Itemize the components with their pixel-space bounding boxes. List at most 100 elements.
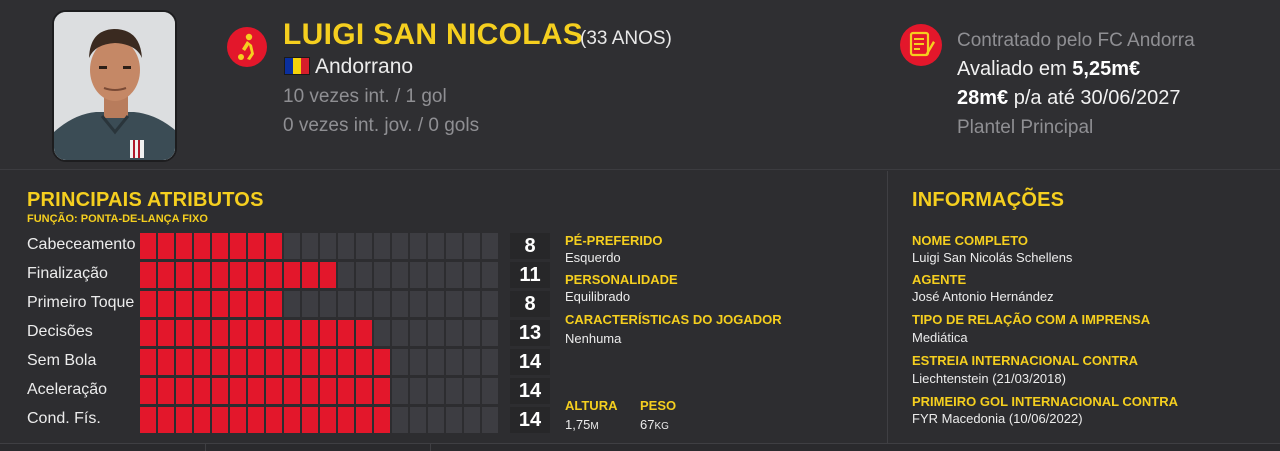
bar-segment-empty <box>482 262 498 288</box>
information-title: INFORMAÇÕES <box>912 189 1065 211</box>
bar-segment-empty <box>428 233 444 259</box>
bar-segment-filled <box>158 233 174 259</box>
bar-segment-filled <box>320 320 336 346</box>
attribute-row[interactable]: Primeiro Toque 8 <box>27 291 557 317</box>
bar-segment-empty <box>428 407 444 433</box>
bar-segment-empty <box>392 262 408 288</box>
attribute-bar <box>140 378 536 404</box>
player-role[interactable]: FUNÇÃO: PONTA-DE-LANÇA FIXO <box>27 213 208 225</box>
bar-segment-empty <box>284 291 300 317</box>
bar-segment-empty <box>464 378 480 404</box>
bottom-panel-strip <box>0 443 1280 451</box>
bar-segment-empty <box>356 291 372 317</box>
bar-segment-filled <box>158 291 174 317</box>
bar-segment-empty <box>464 349 480 375</box>
bar-segment-filled <box>158 407 174 433</box>
bar-segment-empty <box>464 320 480 346</box>
bar-segment-empty <box>410 233 426 259</box>
bar-segment-empty <box>428 262 444 288</box>
attribute-value: 14 <box>518 351 542 373</box>
bar-segment-empty <box>482 233 498 259</box>
bar-segment-filled <box>230 262 246 288</box>
bar-segment-filled <box>266 233 282 259</box>
player-wage: 28m€ p/a até 30/06/2027 <box>957 87 1181 110</box>
bar-segment-filled <box>194 349 210 375</box>
wage-amount: 28m€ <box>957 87 1009 109</box>
bar-segment-filled <box>140 320 156 346</box>
attribute-value: 13 <box>518 322 542 344</box>
bar-segment-filled <box>176 407 192 433</box>
bar-segment-filled <box>212 378 228 404</box>
attribute-row[interactable]: Sem Bola 14 <box>27 349 557 375</box>
bar-segment-filled <box>212 291 228 317</box>
attribute-row[interactable]: Cond. Fís. 14 <box>27 407 557 433</box>
bar-segment-filled <box>230 349 246 375</box>
agent-value[interactable]: José Antonio Hernández <box>912 289 1054 304</box>
player-photo[interactable] <box>52 10 177 162</box>
player-nationality[interactable]: Andorrano <box>315 55 413 79</box>
bar-segment-filled <box>140 349 156 375</box>
bar-segment-filled <box>356 407 372 433</box>
contract-icon <box>900 24 942 66</box>
attributes-title: PRINCIPAIS ATRIBUTOS <box>27 189 264 211</box>
squad-status[interactable]: Plantel Principal <box>957 117 1093 139</box>
bar-segment-empty <box>320 291 336 317</box>
attribute-row[interactable]: Finalização 11 <box>27 262 557 288</box>
info-label: ESTREIA INTERNACIONAL CONTRA <box>912 353 1139 368</box>
bar-segment-filled <box>212 320 228 346</box>
signed-by-club[interactable]: Contratado pelo FC Andorra <box>957 30 1195 52</box>
attribute-label: Primeiro Toque <box>27 294 135 311</box>
bar-segment-filled <box>212 349 228 375</box>
bar-segment-empty <box>446 291 462 317</box>
attribute-row[interactable]: Aceleração 14 <box>27 378 557 404</box>
bar-segment-filled <box>140 407 156 433</box>
personality-label: PERSONALIDADE <box>565 272 678 287</box>
bar-segment-empty <box>338 233 354 259</box>
bar-segment-filled <box>338 378 354 404</box>
player-header: LUIGI SAN NICOLAS (33 ANOS) Andorrano 10… <box>0 0 1280 170</box>
bar-segment-filled <box>374 349 390 375</box>
attribute-bar <box>140 233 536 259</box>
bar-segment-filled <box>176 233 192 259</box>
bar-segment-empty <box>356 262 372 288</box>
bar-segment-filled <box>176 349 192 375</box>
bar-segment-empty <box>482 320 498 346</box>
bar-segment-filled <box>302 407 318 433</box>
bar-segment-empty <box>410 291 426 317</box>
attribute-value: 14 <box>518 380 542 402</box>
bar-segment-empty <box>428 320 444 346</box>
bar-segment-filled <box>284 262 300 288</box>
attribute-row[interactable]: Cabeceamento 8 <box>27 233 557 259</box>
bar-segment-empty <box>428 291 444 317</box>
height-value: 1,75M <box>565 417 599 432</box>
value-prefix: Avaliado em <box>957 58 1073 80</box>
bar-segment-filled <box>266 262 282 288</box>
info-label: PRIMEIRO GOL INTERNACIONAL CONTRA <box>912 394 1179 409</box>
bar-segment-empty <box>446 233 462 259</box>
bar-segment-empty <box>284 233 300 259</box>
bar-segment-filled <box>158 262 174 288</box>
attribute-value: 11 <box>519 264 541 286</box>
international-caps: 10 vezes int. / 1 gol <box>283 86 447 107</box>
bar-segment-filled <box>320 378 336 404</box>
bar-segment-filled <box>374 407 390 433</box>
international-debut-value[interactable]: Liechtenstein (21/03/2018) <box>912 371 1066 386</box>
attribute-value: 14 <box>518 409 542 431</box>
bar-segment-filled <box>320 407 336 433</box>
attribute-row[interactable]: Decisões 13 <box>27 320 557 346</box>
characteristics-label: CARACTERÍSTICAS DO JOGADOR <box>565 312 782 327</box>
bar-segment-empty <box>392 378 408 404</box>
attribute-bar <box>140 262 536 288</box>
bar-segment-filled <box>140 233 156 259</box>
bar-segment-filled <box>212 262 228 288</box>
bar-segment-filled <box>266 349 282 375</box>
attribute-bar <box>140 349 536 375</box>
preferred-foot-label: PÉ-PREFERIDO <box>565 233 663 248</box>
bar-segment-empty <box>374 233 390 259</box>
player-name: LUIGI SAN NICOLAS <box>283 18 584 51</box>
bar-segment-empty <box>410 378 426 404</box>
characteristics-value: Nenhuma <box>565 331 622 346</box>
bar-segment-filled <box>248 291 264 317</box>
bar-segment-empty <box>392 320 408 346</box>
first-international-goal-value[interactable]: FYR Macedonia (10/06/2022) <box>912 411 1083 426</box>
